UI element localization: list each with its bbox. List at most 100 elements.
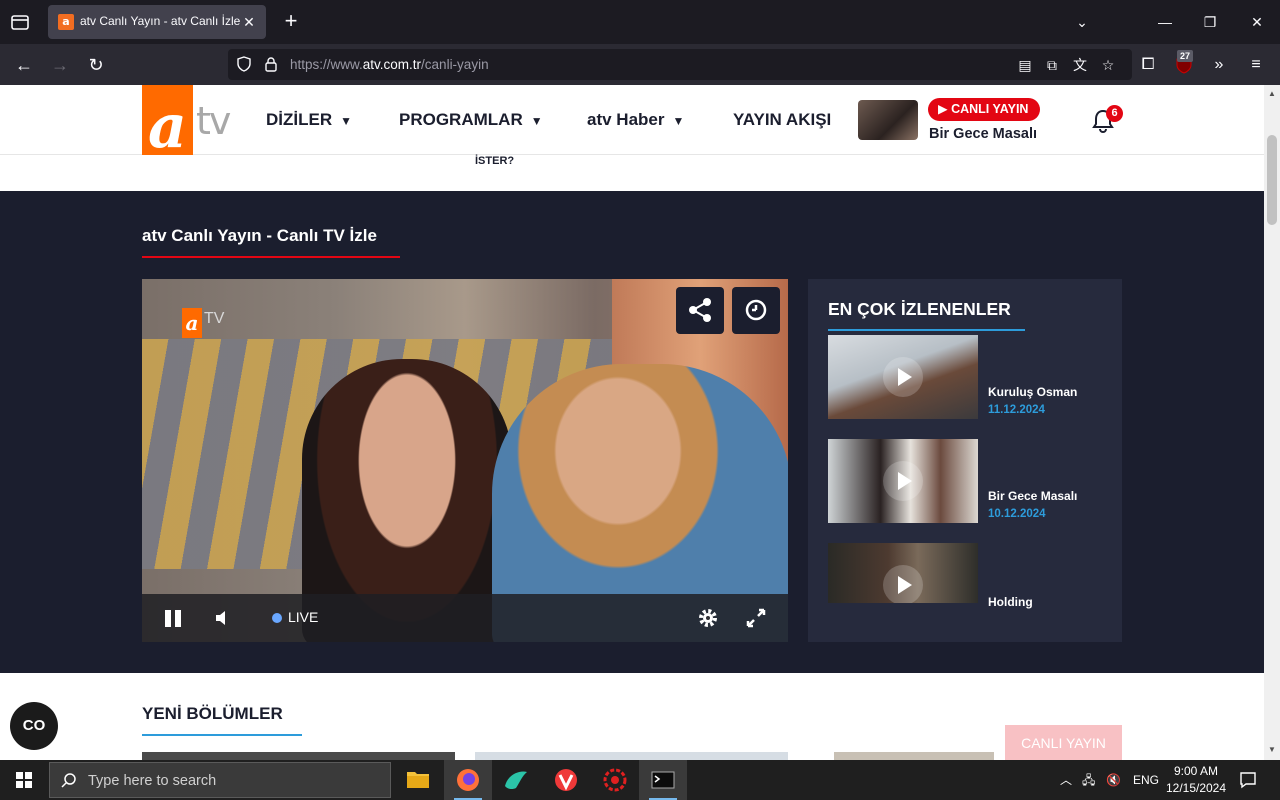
menu-yayin-akisi[interactable]: YAYIN AKIŞI (733, 110, 831, 130)
menu-atv-haber[interactable]: atv Haber ▼ (587, 110, 684, 130)
live-section: atv Canlı Yayın - Canlı TV İzle a TV LIV… (0, 191, 1264, 760)
search-placeholder: Type here to search (88, 773, 217, 789)
cookie-settings-button[interactable]: CO (10, 702, 58, 750)
bird-app-icon (505, 771, 527, 790)
back-button[interactable]: ← (13, 54, 35, 76)
play-icon (883, 357, 923, 397)
start-button[interactable] (0, 760, 48, 800)
speaker-icon (216, 611, 225, 625)
tray-overflow-chevron-icon[interactable]: ︿ (1060, 770, 1072, 790)
volume-muted-icon[interactable]: 🔇 (1106, 770, 1121, 790)
folder-icon (407, 772, 429, 788)
tracking-shield-icon[interactable] (236, 56, 252, 72)
item-date: 10.12.2024 (988, 508, 1046, 520)
notification-center-icon[interactable] (1238, 770, 1258, 790)
chevron-down-icon: ▼ (672, 114, 685, 128)
live-badge[interactable]: ▶ CANLI YAYIN (928, 98, 1041, 121)
scrollbar-thumb[interactable] (1267, 135, 1277, 225)
url-bar[interactable]: https://www.atv.com.tr/canli-yayin ▤ ⧉ 文… (228, 49, 1132, 80)
watermark-mark: a (182, 308, 202, 338)
volume-button[interactable] (212, 606, 236, 630)
more-tools-chevrons-icon[interactable]: » (1208, 54, 1230, 76)
app-bird[interactable] (492, 760, 540, 800)
url-text[interactable]: https://www.atv.com.tr/canli-yayin (290, 57, 489, 72)
menu-diziler-label: DİZİLER (266, 110, 333, 129)
play-icon (883, 461, 923, 501)
new-episodes-title: YENİ BÖLÜMLER (142, 704, 283, 723)
pause-icon (165, 610, 181, 627)
list-item[interactable]: Holding (828, 543, 1102, 627)
url-path: /canli-yayin (421, 57, 489, 72)
sub-strip: İSTER? (0, 155, 1264, 191)
reload-button[interactable]: ↻ (85, 54, 107, 76)
network-icon[interactable]: 🖧 (1082, 770, 1095, 790)
scroll-down-arrow-icon[interactable]: ▼ (1267, 745, 1277, 755)
pause-button[interactable] (162, 606, 186, 630)
item-date: 11.12.2024 (988, 404, 1045, 416)
scroll-up-arrow-icon[interactable]: ▲ (1267, 89, 1277, 99)
new-tab-button[interactable]: + (280, 10, 302, 32)
terminal-icon (651, 771, 675, 789)
menu-diziler[interactable]: DİZİLER ▼ (266, 110, 352, 130)
most-watched-title: EN ÇOK İZLENENLER (828, 299, 1011, 319)
episode-thumbnail[interactable] (142, 752, 455, 760)
floating-live-button[interactable]: CANLI YAYIN (1005, 725, 1122, 760)
play-icon (883, 565, 923, 603)
red-gear-icon (603, 768, 627, 792)
menu-yayin-akisi-label: YAYIN AKIŞI (733, 110, 832, 129)
menu-programlar[interactable]: PROGRAMLAR ▼ (399, 110, 543, 130)
video-player[interactable]: a TV LIVE (142, 279, 788, 642)
close-tab-icon[interactable]: ✕ (240, 13, 258, 31)
episode-thumbnail[interactable] (834, 752, 994, 760)
app-gear-red[interactable] (591, 760, 639, 800)
timeshift-button[interactable] (732, 287, 780, 334)
settings-button[interactable] (696, 606, 720, 630)
windows-taskbar: Type here to search ︿ 🖧 🔇 ENG 9:00 AM 12… (0, 760, 1280, 800)
episode-thumbnail[interactable] (475, 752, 788, 760)
notification-badge: 6 (1106, 105, 1123, 122)
firefox-app[interactable] (444, 760, 492, 800)
reader-view-icon[interactable]: ▤ (1016, 56, 1034, 74)
share-button[interactable] (676, 287, 724, 334)
tab-list-icon[interactable] (8, 10, 32, 34)
vivaldi-icon (555, 769, 577, 791)
list-item[interactable]: Kuruluş Osman 11.12.2024 (828, 335, 1102, 419)
bookmark-star-icon[interactable]: ☆ (1099, 56, 1117, 74)
url-host: atv.com.tr (362, 57, 422, 72)
extensions-puzzle-icon[interactable]: ⧠ (1137, 54, 1159, 76)
live-section-title: atv Canlı Yayın - Canlı TV İzle (142, 226, 377, 245)
translate-icon[interactable]: 文 (1071, 56, 1089, 74)
lock-icon[interactable] (263, 56, 279, 72)
fullscreen-button[interactable] (744, 606, 768, 630)
video-thumbnail (828, 335, 978, 419)
taskbar-search-input[interactable]: Type here to search (49, 762, 391, 798)
file-explorer-app[interactable] (394, 760, 442, 800)
most-watched-panel: EN ÇOK İZLENENLER Kuruluş Osman 11.12.20… (808, 279, 1122, 642)
live-show-name[interactable]: Bir Gece Masalı (929, 126, 1037, 142)
page-scrollbar[interactable]: ▲ ▼ (1264, 85, 1280, 760)
web-page: DİZİLER ▼ PROGRAMLAR ▼ atv Haber ▼ YAYIN AK… (0, 85, 1264, 760)
search-icon (61, 773, 76, 788)
browser-tab-active[interactable]: a atv Canlı Yayın - atv Canlı İzle - ✕ (48, 5, 266, 39)
vivaldi-app[interactable] (542, 760, 590, 800)
live-show-thumbnail[interactable] (858, 100, 918, 140)
forward-button[interactable]: → (49, 54, 71, 76)
video-thumbnail (828, 439, 978, 523)
minimize-button[interactable]: — (1155, 12, 1175, 32)
language-indicator[interactable]: ENG (1133, 770, 1159, 790)
tab-overflow-chevron-icon[interactable]: ⌄ (1072, 12, 1092, 32)
list-item[interactable]: Bir Gece Masalı 10.12.2024 (828, 439, 1102, 523)
windows-logo-icon (16, 772, 32, 788)
terminal-app[interactable] (639, 760, 687, 800)
sub-strip-text[interactable]: İSTER? (475, 155, 514, 167)
chevron-down-icon: ▼ (340, 114, 352, 128)
close-window-button[interactable]: ✕ (1247, 12, 1267, 32)
atv-favicon-icon: a (58, 14, 74, 30)
share-icon (689, 298, 711, 322)
menu-atv-haber-label: atv Haber (587, 110, 665, 129)
channel-watermark: a TV (182, 304, 228, 342)
picture-in-picture-icon[interactable]: ⧉ (1043, 56, 1061, 74)
restore-button[interactable]: ❐ (1200, 12, 1220, 32)
hamburger-menu-icon[interactable]: ≡ (1245, 54, 1267, 76)
taskbar-clock[interactable]: 9:00 AM 12/15/2024 (1160, 763, 1232, 797)
